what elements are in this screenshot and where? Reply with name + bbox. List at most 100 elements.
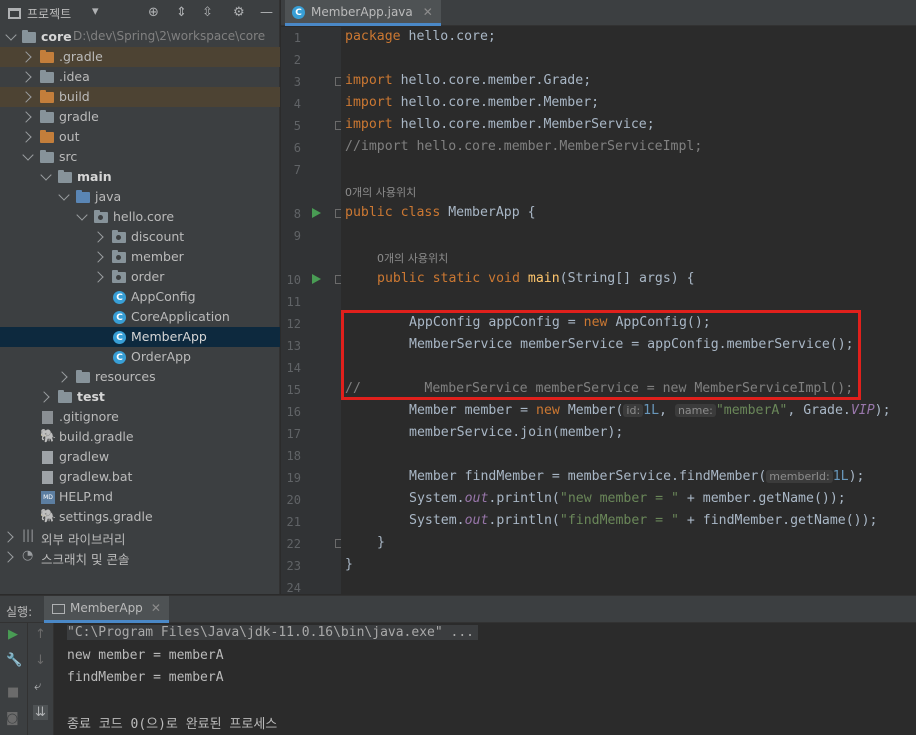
tree-item-settings-gradle[interactable]: 🐘 settings.gradle — [0, 507, 280, 527]
tree-item-main[interactable]: main — [0, 167, 280, 187]
run-tab-label: MemberApp — [70, 601, 143, 615]
expand-arrow-icon[interactable] — [38, 391, 50, 403]
tree-item-build[interactable]: build — [0, 87, 280, 107]
run-main-icon[interactable] — [312, 274, 321, 284]
expand-arrow-icon[interactable] — [92, 271, 104, 283]
code-editor[interactable]: package hello.core; import hello.core.me… — [341, 27, 916, 594]
minimize-icon[interactable]: — — [260, 5, 273, 20]
console-command-line[interactable]: "C:\Program Files\Java\jdk-11.0.16\bin\j… — [67, 625, 478, 640]
line-number: 10 — [286, 273, 301, 287]
expand-arrow-icon[interactable] — [2, 551, 14, 563]
scroll-down-icon[interactable]: ↓ — [35, 653, 46, 668]
tree-item-discount[interactable]: discount — [0, 227, 280, 247]
library-icon: ||| — [22, 528, 35, 542]
tree-item-label: java — [95, 189, 122, 204]
tree-item-test[interactable]: test — [0, 387, 280, 407]
tab-memberapp-java[interactable]: C MemberApp.java ✕ — [285, 0, 441, 26]
expand-arrow-icon[interactable] — [2, 531, 14, 543]
tree-item-appconfig[interactable]: C AppConfig — [0, 287, 280, 307]
expand-arrow-icon[interactable] — [22, 149, 34, 161]
tree-item-label: out — [59, 129, 80, 144]
tree-item-out[interactable]: out — [0, 127, 280, 147]
line-number: 22 — [286, 537, 301, 551]
usage-hint[interactable]: 0개의 사용위치 — [377, 250, 448, 266]
tree-item-hello-core[interactable]: hello.core — [0, 207, 280, 227]
locate-icon[interactable]: ⊕ — [148, 5, 159, 20]
tree-item-memberapp[interactable]: C MemberApp — [0, 327, 280, 347]
tree-item-scratches[interactable]: ◔ 스크래치 및 콘솔 — [0, 547, 280, 567]
expand-arrow-icon[interactable] — [20, 51, 32, 63]
console-output[interactable]: "C:\Program Files\Java\jdk-11.0.16\bin\j… — [55, 623, 916, 735]
tree-item-gradlew-bat[interactable]: gradlew.bat — [0, 467, 280, 487]
code-text: System. — [409, 513, 465, 528]
keyword: public class — [345, 205, 441, 220]
expand-arrow-icon[interactable] — [20, 71, 32, 83]
tree-item-java[interactable]: java — [0, 187, 280, 207]
tree-item-orderapp[interactable]: C OrderApp — [0, 347, 280, 367]
keyword: new — [536, 403, 560, 418]
tree-item-external-libraries[interactable]: ||| 외부 라이브러리 — [0, 527, 280, 547]
scroll-up-icon[interactable]: ↑ — [35, 627, 46, 642]
tree-item-order[interactable]: order — [0, 267, 280, 287]
folder-icon — [40, 150, 54, 163]
camera-icon[interactable]: ◙ — [6, 711, 19, 726]
expand-arrow-icon[interactable] — [92, 231, 104, 243]
gradle-file-icon: 🐘 — [40, 429, 57, 444]
code-text: hello.core; — [400, 29, 496, 44]
tree-item-label: MemberApp — [131, 329, 207, 344]
wrench-icon[interactable]: 🔧 — [6, 653, 22, 668]
markdown-file-icon: MD — [41, 491, 55, 504]
run-tab-memberapp[interactable]: MemberApp ✕ — [44, 596, 169, 623]
tree-item-coreapplication[interactable]: C CoreApplication — [0, 307, 280, 327]
dropdown-chevron-icon[interactable]: ▾ — [92, 4, 99, 19]
expand-arrow-icon[interactable] — [20, 91, 32, 103]
line-number: 13 — [286, 339, 301, 353]
tree-item-build-gradle[interactable]: 🐘 build.gradle — [0, 427, 280, 447]
folder-icon — [40, 50, 54, 63]
line-number: 17 — [286, 427, 301, 441]
expand-arrow-icon[interactable] — [58, 189, 70, 201]
console-line: new member = memberA — [67, 648, 224, 663]
tree-item-gradle[interactable]: gradle — [0, 107, 280, 127]
run-toolbar: ▶ 🔧 ■ ◙ — [0, 623, 28, 735]
rerun-icon[interactable]: ▶ — [8, 627, 18, 642]
expand-arrow-icon[interactable] — [5, 29, 17, 41]
folder-icon — [22, 30, 36, 43]
close-icon[interactable]: ✕ — [423, 5, 433, 19]
tree-item-resources[interactable]: resources — [0, 367, 280, 387]
run-class-icon[interactable] — [312, 208, 321, 218]
source-folder-icon — [76, 190, 90, 203]
expand-arrow-icon[interactable] — [56, 371, 68, 383]
tree-item-label: gradlew — [59, 449, 110, 464]
expand-arrow-icon[interactable] — [92, 251, 104, 263]
usage-hint[interactable]: 0개의 사용위치 — [345, 184, 416, 200]
tree-item-idea[interactable]: .idea — [0, 67, 280, 87]
tree-item-core[interactable]: core D:\dev\Spring\2\workspace\core — [0, 27, 280, 47]
close-icon[interactable]: ✕ — [151, 601, 161, 615]
package-icon — [112, 250, 126, 263]
expand-arrow-icon[interactable] — [40, 169, 52, 181]
tree-item-label: gradle — [59, 109, 99, 124]
tree-item-gradle-dir[interactable]: .gradle — [0, 47, 280, 67]
tree-item-src[interactable]: src — [0, 147, 280, 167]
expand-all-icon[interactable]: ⇕ — [176, 5, 187, 20]
line-number: 11 — [286, 295, 301, 309]
expand-arrow-icon[interactable] — [20, 131, 32, 143]
collapse-all-icon[interactable]: ⇳ — [202, 5, 213, 20]
tree-item-gradlew[interactable]: gradlew — [0, 447, 280, 467]
soft-wrap-icon[interactable]: ⤶ — [34, 679, 41, 694]
code-text: AppConfig appConfig = — [409, 315, 584, 330]
project-panel-title[interactable]: 프로젝트 — [27, 5, 71, 22]
tree-item-label: test — [77, 389, 105, 404]
tree-item-gitignore[interactable]: .gitignore — [0, 407, 280, 427]
tree-item-member[interactable]: member — [0, 247, 280, 267]
java-class-icon: C — [292, 6, 305, 19]
expand-arrow-icon[interactable] — [20, 111, 32, 123]
tree-item-label: OrderApp — [131, 349, 191, 364]
tree-item-label: HELP.md — [59, 489, 113, 504]
gear-icon[interactable]: ⚙ — [233, 5, 245, 20]
tree-item-help-md[interactable]: MD HELP.md — [0, 487, 280, 507]
expand-arrow-icon[interactable] — [76, 209, 88, 221]
scroll-to-end-icon[interactable]: ⇊ — [33, 705, 48, 720]
stop-icon[interactable]: ■ — [7, 685, 19, 700]
